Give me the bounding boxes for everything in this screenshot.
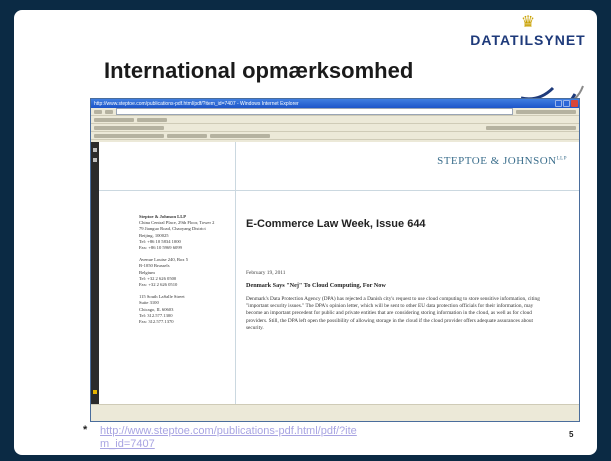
address-block: Avenue Louise 240, Box 5 B-1050 Brussels…	[139, 257, 231, 288]
browser-titlebar: http://www.steptoe.com/publications-pdf.…	[91, 99, 579, 108]
article-body: Denmark's Data Protection Agency (DPA) h…	[246, 296, 540, 331]
browser-window-title: http://www.steptoe.com/publications-pdf.…	[94, 100, 299, 107]
status-bar	[91, 404, 579, 413]
address-line: Fax: 312.577.1370	[139, 319, 174, 325]
back-button[interactable]	[94, 109, 102, 114]
close-button[interactable]	[571, 100, 578, 107]
bookmarks-icon[interactable]	[93, 158, 97, 162]
address-line: Fax: +32 2 626 0510	[139, 282, 178, 288]
minimize-button[interactable]	[555, 100, 562, 107]
crown-icon: ♛	[520, 14, 536, 31]
command-bar[interactable]	[486, 125, 576, 130]
publication-title: E-Commerce Law Week, Issue 644	[246, 218, 426, 230]
pdf-page: STEPTOE & JOHNSONLLP Steptoe & Johnson L…	[99, 142, 579, 413]
source-link[interactable]: http://www.steptoe.com/publications-pdf.…	[100, 425, 360, 451]
datatilsynet-logo: ♛ DATATILSYNET	[462, 14, 594, 48]
pdf-toolbar	[91, 132, 579, 140]
favorites-items[interactable]	[94, 125, 164, 130]
presentation-frame: ♛ DATATILSYNET International opmærksomhe…	[0, 0, 611, 461]
favorites-bar	[91, 124, 579, 132]
pdf-sidebar	[91, 142, 99, 413]
address-bar-row	[91, 108, 579, 116]
address-block: 115 South LaSalle Street Suite 3100 Chic…	[139, 294, 231, 325]
browser-window: http://www.steptoe.com/publications-pdf.…	[90, 98, 580, 422]
page-number: 5	[569, 430, 574, 439]
article-date: February 19, 2011	[246, 270, 286, 276]
forward-button[interactable]	[105, 109, 113, 114]
footnote-marker: *	[83, 424, 88, 436]
find-tools[interactable]	[210, 133, 270, 138]
slide-title: International opmærksomhed	[104, 58, 414, 83]
slide: ♛ DATATILSYNET International opmærksomhe…	[14, 10, 597, 455]
firm-header-suffix: LLP	[556, 156, 567, 162]
firm-header: STEPTOE & JOHNSONLLP	[437, 155, 567, 167]
menu-items[interactable]	[94, 117, 134, 122]
logo-text: DATATILSYNET	[470, 32, 586, 48]
maximize-button[interactable]	[563, 100, 570, 107]
address-line: Fax: +86 10 5969 6099	[139, 245, 182, 251]
office-addresses: Steptoe & Johnson LLP China Central Plac…	[139, 214, 231, 331]
search-box[interactable]	[516, 109, 576, 114]
zoom-control[interactable]	[167, 133, 207, 138]
pdf-tools[interactable]	[94, 133, 164, 138]
document-viewport[interactable]: STEPTOE & JOHNSONLLP Steptoe & Johnson L…	[91, 142, 579, 413]
pages-icon[interactable]	[93, 148, 97, 152]
address-bar[interactable]	[116, 108, 513, 115]
firm-header-name: STEPTOE & JOHNSON	[437, 155, 557, 167]
firm-name: Steptoe & Johnson LLP	[139, 214, 187, 219]
menu-bar	[91, 116, 579, 124]
address-block: Steptoe & Johnson LLP China Central Plac…	[139, 214, 231, 251]
column-divider	[235, 142, 236, 413]
article-headline: Denmark Says "Nej" To Cloud Computing, F…	[246, 282, 386, 289]
comment-icon[interactable]	[93, 390, 97, 394]
menu-favorites[interactable]	[137, 117, 167, 122]
